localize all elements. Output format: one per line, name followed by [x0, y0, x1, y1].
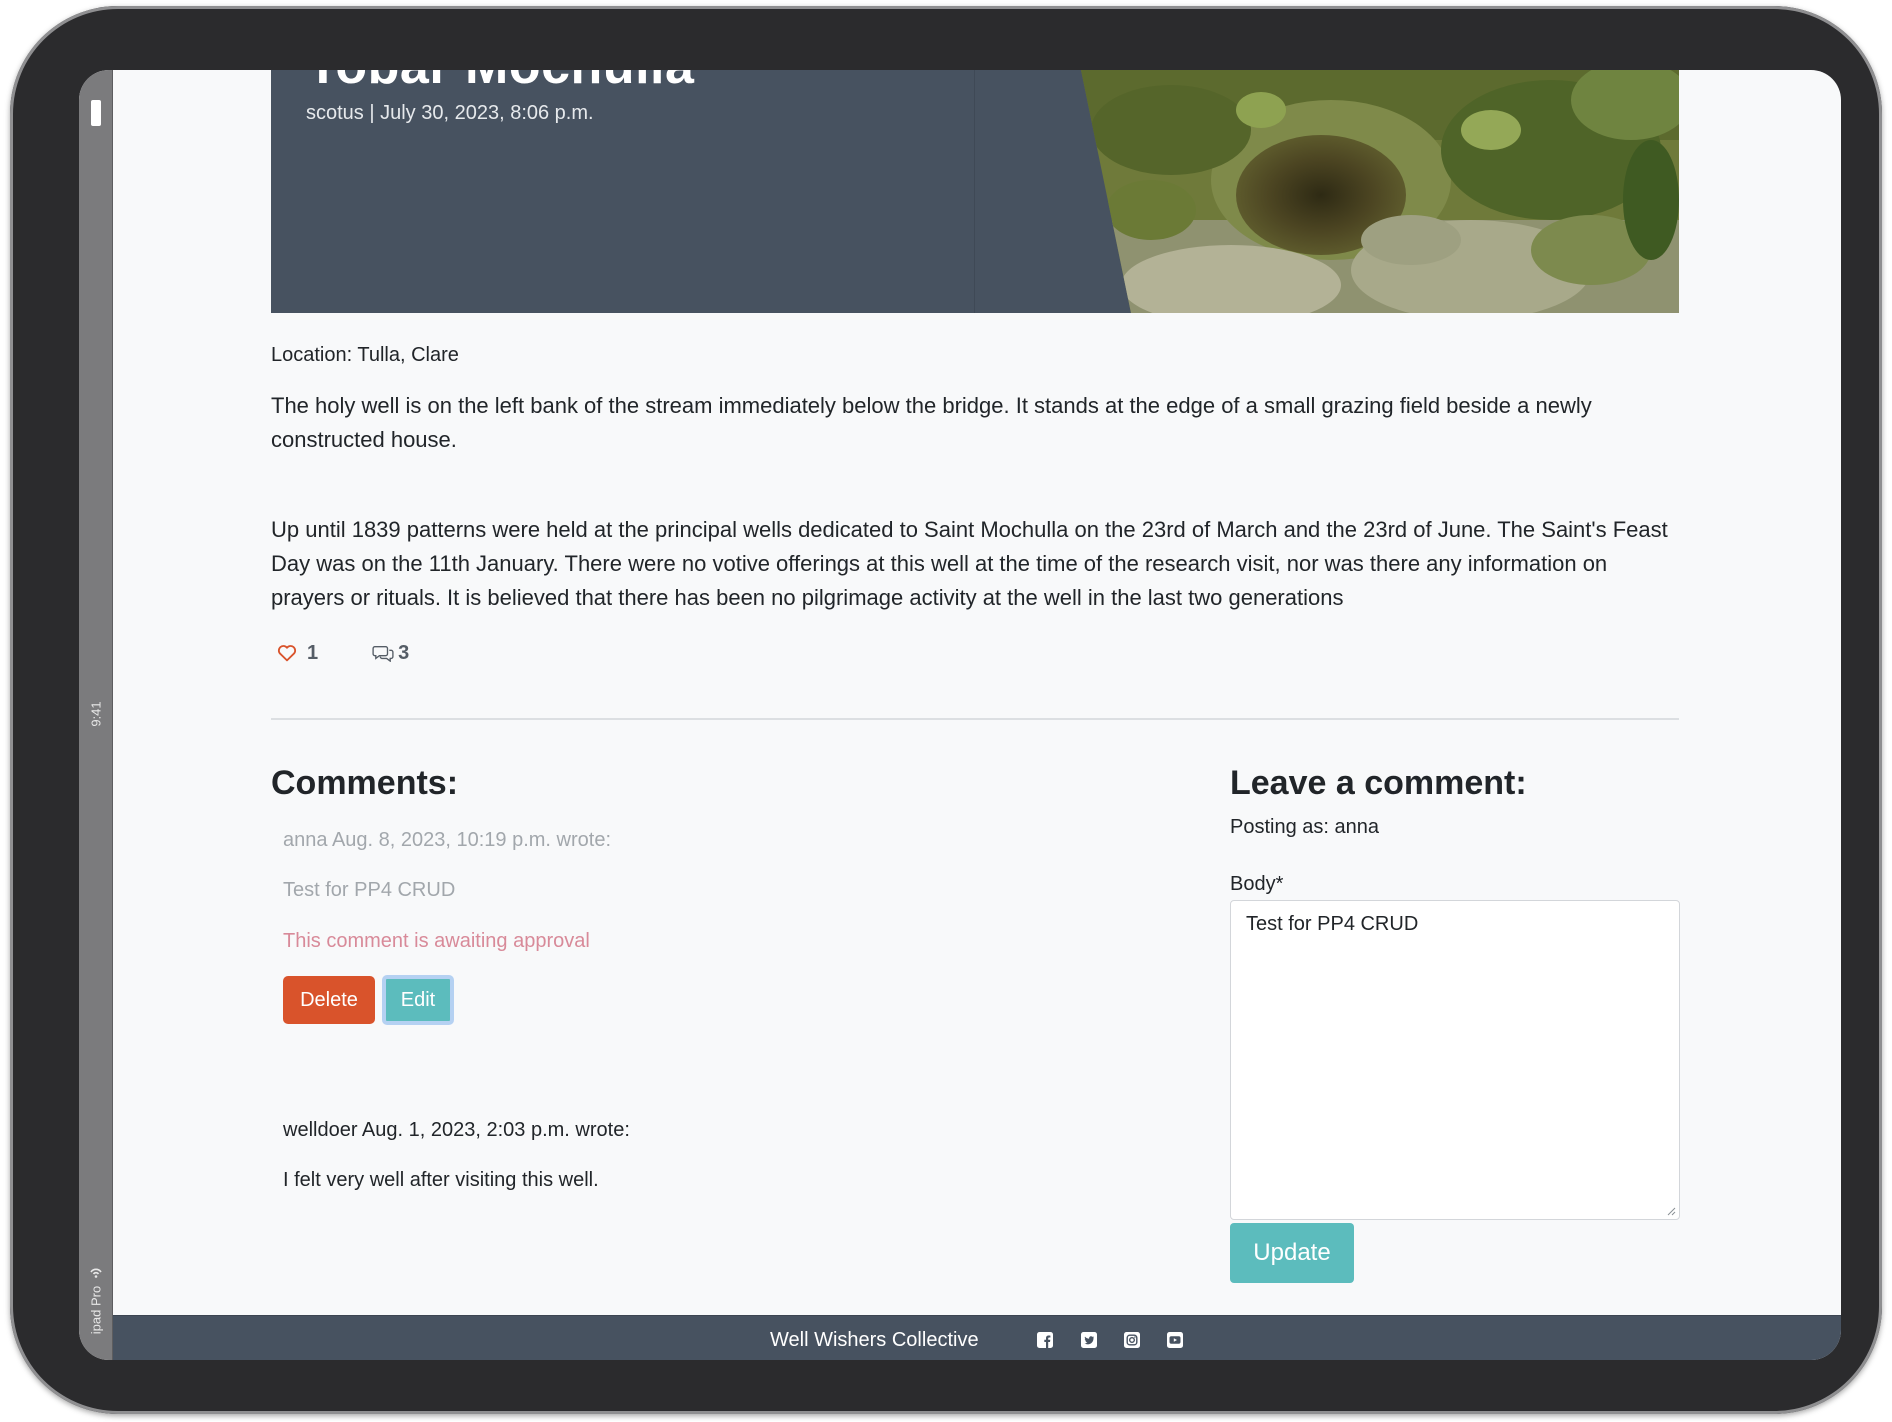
delete-comment-button[interactable]: Delete: [283, 976, 375, 1024]
facebook-icon[interactable]: [1035, 1330, 1055, 1350]
heart-icon: [277, 645, 297, 662]
comment-pending-notice: This comment is awaiting approval: [283, 930, 590, 952]
post-location: Location: Tulla, Clare: [271, 344, 459, 366]
post-title: Tobar Mochulla: [307, 70, 694, 96]
footer-brand: Well Wishers Collective: [770, 1329, 979, 1351]
like-button[interactable]: 1: [277, 642, 318, 665]
post-paragraph: Up until 1839 patterns were held at the …: [271, 517, 1668, 610]
post-stats: 1 3: [271, 638, 409, 668]
screen: 9:41 ipad Pro Tobar Mochulla scotus | Ju…: [79, 70, 1841, 1360]
body-field-label: Body*: [1230, 873, 1284, 895]
youtube-icon[interactable]: [1165, 1330, 1185, 1350]
hero-divider: [974, 70, 975, 313]
device-status-strip: 9:41 ipad Pro: [79, 70, 113, 1360]
comment-count: 3: [398, 641, 410, 664]
well-photo: [1081, 70, 1679, 313]
post-paragraph: The holy well is on the left bank of the…: [271, 393, 1592, 452]
comments-heading: Comments:: [271, 764, 459, 802]
posting-as-label: Posting as: anna: [1230, 816, 1379, 838]
like-count: 1: [307, 641, 319, 664]
comment-body: I felt very well after visiting this wel…: [283, 1169, 599, 1191]
device-frame: 9:41 ipad Pro Tobar Mochulla scotus | Ju…: [10, 6, 1882, 1414]
post-hero: Tobar Mochulla scotus | July 30, 2023, 8…: [271, 70, 1679, 313]
comment-count-indicator: 3: [372, 642, 409, 665]
comments-icon: [372, 646, 394, 662]
edit-comment-button[interactable]: Edit: [382, 975, 454, 1025]
comment-form-heading: Leave a comment:: [1230, 764, 1527, 802]
resize-handle-icon[interactable]: [1666, 1206, 1676, 1216]
update-comment-button[interactable]: Update: [1230, 1223, 1354, 1283]
comment-header: welldoer Aug. 1, 2023, 2:03 p.m. wrote:: [283, 1119, 630, 1141]
comment-body: Test for PP4 CRUD: [283, 879, 456, 901]
instagram-icon[interactable]: [1122, 1330, 1142, 1350]
device-model-label: ipad Pro: [88, 1285, 104, 1335]
section-divider: [271, 718, 1679, 720]
site-footer: Well Wishers Collective: [113, 1315, 1841, 1360]
post-meta: scotus | July 30, 2023, 8:06 p.m.: [306, 102, 594, 124]
battery-icon: [91, 100, 101, 126]
comment-header: anna Aug. 8, 2023, 10:19 p.m. wrote:: [283, 829, 612, 851]
status-time: 9:41: [88, 701, 104, 727]
comment-body-textarea[interactable]: Test for PP4 CRUD: [1230, 900, 1680, 1220]
twitter-icon[interactable]: [1079, 1330, 1099, 1350]
page: Tobar Mochulla scotus | July 30, 2023, 8…: [113, 70, 1841, 1360]
wifi-icon: [90, 1268, 102, 1278]
